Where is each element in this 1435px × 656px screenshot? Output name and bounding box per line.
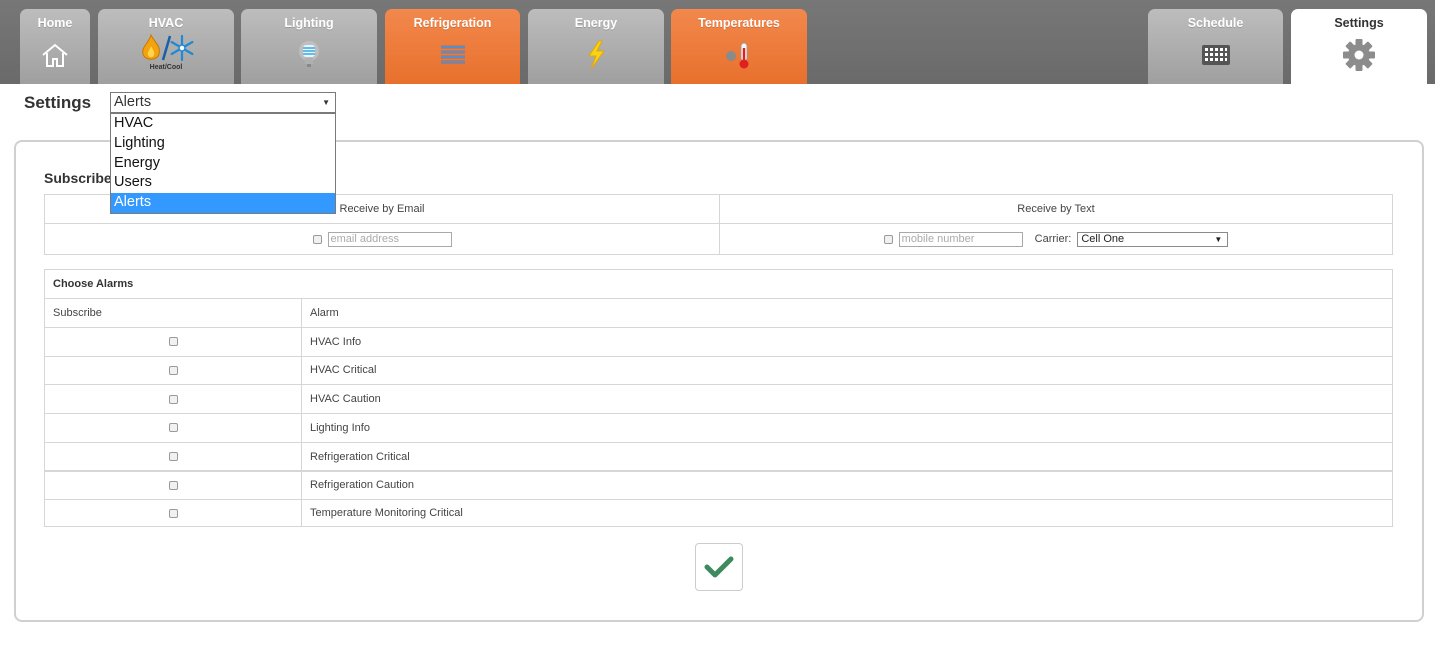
- text-subscribe-checkbox[interactable]: [883, 234, 893, 244]
- option-lighting[interactable]: Lighting: [111, 134, 335, 154]
- tab-lighting[interactable]: Lighting: [241, 9, 377, 84]
- tab-schedule[interactable]: Schedule: [1148, 9, 1283, 84]
- tab-label: Refrigeration: [413, 16, 492, 30]
- subscribe-col-label: Subscribe: [53, 307, 102, 319]
- lightning-bolt-icon: [528, 35, 664, 75]
- tab-hvac[interactable]: HVAC Heat/Cool: [98, 9, 234, 84]
- option-hvac[interactable]: HVAC: [111, 114, 335, 134]
- alarm-name: HVAC Info: [310, 335, 362, 348]
- alarm-subscribe-checkbox[interactable]: [168, 480, 178, 490]
- calendar-grid-icon: [1148, 35, 1283, 75]
- carrier-label: Carrier:: [1034, 233, 1072, 245]
- table-row: [44, 470, 302, 500]
- table-row: [44, 355, 302, 386]
- checkmark-icon: [704, 556, 734, 578]
- refrigeration-coil-icon: [385, 35, 520, 75]
- alarm-name-cell: Lighting Info: [301, 413, 1393, 443]
- tab-energy[interactable]: Energy: [528, 9, 664, 84]
- alarm-name-cell: Refrigeration Caution: [301, 470, 1393, 500]
- alarm-name-cell: Temperature Monitoring Critical: [301, 499, 1393, 528]
- alarm-name: HVAC Caution: [310, 393, 381, 406]
- top-nav-bar: Home HVAC Heat/Cool Lighting Refrigerati…: [0, 0, 1435, 84]
- text-column-header: Receive by Text: [719, 194, 1393, 224]
- alarm-col-label: Alarm: [310, 307, 339, 319]
- text-header-label: Receive by Text: [1017, 203, 1095, 215]
- alarm-subscribe-checkbox[interactable]: [168, 394, 178, 404]
- mobile-number-input[interactable]: [898, 231, 1023, 247]
- email-input[interactable]: [327, 231, 452, 247]
- heat-cool-icon: [98, 33, 234, 63]
- table-row: [44, 499, 302, 528]
- tab-temperatures[interactable]: Temperatures: [671, 9, 807, 84]
- alarm-name: HVAC Critical: [310, 364, 377, 377]
- tab-label: HVAC: [148, 16, 184, 30]
- subscribe-column-header: Subscribe: [44, 298, 302, 328]
- caret-down-icon: ▼: [1214, 234, 1223, 244]
- subscribe-heading: Subscribe: [44, 170, 112, 186]
- alarm-name-cell: HVAC Critical: [301, 355, 1393, 386]
- alarm-name-cell: Refrigeration Critical: [301, 441, 1393, 472]
- alarm-subscribe-checkbox[interactable]: [168, 508, 178, 518]
- alarm-name: Refrigeration Critical: [310, 450, 410, 463]
- tab-sublabel: Heat/Cool: [149, 64, 183, 71]
- alarm-name: Refrigeration Caution: [310, 479, 414, 492]
- alarm-subscribe-checkbox[interactable]: [168, 365, 178, 375]
- alarm-subscribe-checkbox[interactable]: [168, 452, 178, 462]
- alarm-name: Temperature Monitoring Critical: [310, 507, 463, 520]
- alarm-subscribe-checkbox[interactable]: [168, 423, 178, 433]
- thermometer-icon: [671, 35, 807, 75]
- tab-home[interactable]: Home: [20, 9, 90, 84]
- settings-category-dropdown: HVAC Lighting Energy Users Alerts: [110, 113, 336, 214]
- tab-label: Schedule: [1187, 16, 1244, 30]
- tab-settings[interactable]: Settings: [1291, 9, 1427, 84]
- table-row: [44, 327, 302, 357]
- alarm-name-cell: HVAC Info: [301, 327, 1393, 357]
- save-button[interactable]: [695, 543, 743, 591]
- page-title: Settings: [24, 93, 92, 112]
- alarm-name: Lighting Info: [310, 421, 370, 434]
- tab-label: Energy: [574, 16, 618, 30]
- table-row: [44, 441, 302, 472]
- tab-refrigeration[interactable]: Refrigeration: [385, 9, 520, 84]
- table-row: [44, 384, 302, 414]
- alarm-column-header: Alarm: [301, 298, 1393, 328]
- alarm-name-cell: HVAC Caution: [301, 384, 1393, 414]
- email-subscribe-checkbox[interactable]: [312, 234, 322, 244]
- alarm-subscribe-checkbox[interactable]: [168, 337, 178, 347]
- light-bulb-icon: [241, 35, 377, 75]
- carrier-select[interactable]: Cell One ▼: [1077, 231, 1229, 247]
- choose-alarms-heading: Choose Alarms: [44, 269, 1393, 299]
- email-subscribe-cell: [44, 223, 720, 255]
- house-icon: [20, 35, 90, 75]
- tab-label: Lighting: [284, 16, 334, 30]
- tab-label: Temperatures: [698, 16, 780, 30]
- settings-category-select[interactable]: Alerts ▼: [110, 92, 336, 113]
- tab-label: Settings: [1334, 16, 1384, 30]
- tab-label: Home: [37, 16, 73, 30]
- table-row: [44, 413, 302, 443]
- text-subscribe-cell: Carrier: Cell One ▼: [719, 223, 1393, 255]
- option-alerts[interactable]: Alerts: [111, 193, 335, 213]
- email-header-label: Receive by Email: [339, 203, 425, 215]
- select-value: Alerts: [114, 94, 152, 110]
- gear-icon: [1291, 35, 1427, 75]
- caret-down-icon: ▼: [322, 98, 330, 107]
- option-users[interactable]: Users: [111, 173, 335, 193]
- option-energy[interactable]: Energy: [111, 154, 335, 174]
- carrier-value: Cell One: [1081, 232, 1125, 245]
- choose-alarms-label: Choose Alarms: [53, 278, 134, 290]
